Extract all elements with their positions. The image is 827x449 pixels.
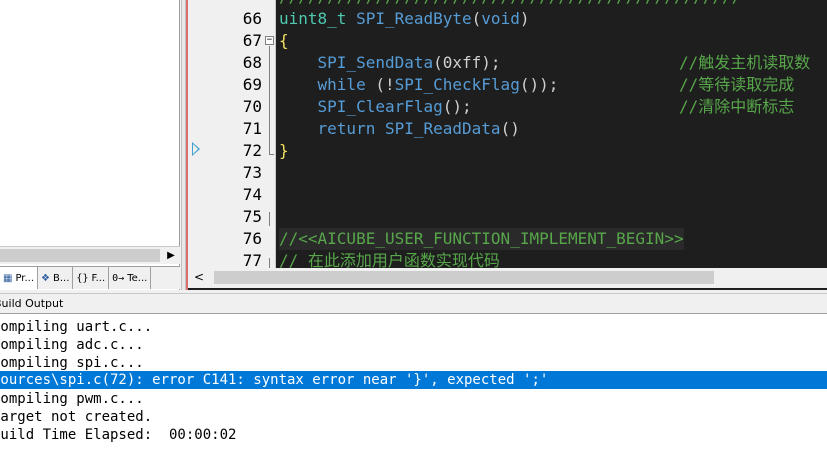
code-editor[interactable]: 66 67 68 69 70 71 72 73 74 75 76 77 − //… xyxy=(186,0,827,290)
code-area[interactable]: ////////////////////////////////////////… xyxy=(277,0,827,268)
build-output-title: Build Output xyxy=(0,297,64,310)
code-comment: //等待读取完成 xyxy=(679,75,795,94)
tab-books[interactable]: ❖ B... xyxy=(38,267,74,289)
output-line[interactable]: Target not created. xyxy=(0,408,827,426)
code-line: //<<AICUBE_USER_FUNCTION_IMPLEMENT_BEGIN… xyxy=(279,228,684,250)
project-panel: ▶ ▦ Pr... ❖ B... {} F... 0→ Te... xyxy=(0,0,180,290)
output-line[interactable]: compiling spi.c... xyxy=(0,354,827,372)
output-line[interactable]: compiling pwm.c... xyxy=(0,390,827,408)
code-line: SPI_ClearFlag(); xyxy=(279,97,472,116)
project-icon: ▦ xyxy=(3,272,13,284)
code-comment: //清除中断标志 xyxy=(679,97,795,116)
code-line: { xyxy=(279,31,289,50)
output-line-error[interactable]: Sources\spi.c(72): error C141: syntax er… xyxy=(0,371,827,389)
line-number: 75 xyxy=(242,207,262,226)
project-panel-hscrollbar[interactable]: ▶ xyxy=(0,246,180,264)
line-number: 72 xyxy=(242,141,262,160)
output-line[interactable]: Build Time Elapsed: 00:00:02 xyxy=(0,426,827,444)
output-line[interactable]: compiling uart.c... xyxy=(0,318,827,336)
tab-functions[interactable]: {} F... xyxy=(73,267,110,289)
execution-pointer-icon xyxy=(192,142,200,156)
code-line: SPI_SendData(0xff); xyxy=(279,53,501,72)
line-number: 68 xyxy=(242,53,262,72)
functions-icon: {} xyxy=(76,272,89,284)
line-number: 66 xyxy=(242,9,262,28)
line-number: 71 xyxy=(242,119,262,138)
line-number: 73 xyxy=(242,163,262,182)
project-panel-tabs: ▦ Pr... ❖ B... {} F... 0→ Te... xyxy=(0,266,180,289)
line-number: 74 xyxy=(242,185,262,204)
code-line: ////////////////////////////////////////… xyxy=(279,0,741,8)
output-line[interactable]: compiling adc.c... xyxy=(0,336,827,354)
scroll-thumb[interactable] xyxy=(214,271,714,284)
tab-label: F... xyxy=(91,272,106,284)
code-line: uint8_t SPI_ReadByte(void) xyxy=(279,9,530,28)
tab-templates[interactable]: 0→ Te... xyxy=(109,267,152,289)
code-comment: //触发主机读取数 xyxy=(679,53,811,72)
scroll-left-icon[interactable]: < xyxy=(194,270,204,284)
templates-icon: 0→ xyxy=(112,272,125,284)
tab-project[interactable]: ▦ Pr... xyxy=(0,267,39,289)
editor-hscrollbar[interactable]: < xyxy=(188,268,827,288)
line-gutter: 66 67 68 69 70 71 72 73 74 75 76 77 − xyxy=(188,0,276,270)
tab-label: Pr... xyxy=(15,272,35,284)
tab-label: B... xyxy=(53,272,70,284)
code-line: return SPI_ReadData() xyxy=(279,119,520,138)
scroll-thumb[interactable] xyxy=(0,249,160,262)
books-icon: ❖ xyxy=(41,272,51,284)
line-number: 67 xyxy=(242,31,262,50)
code-line: while (!SPI_CheckFlag()); xyxy=(279,75,559,94)
build-output-header: Build Output xyxy=(0,293,827,313)
code-line: // 在此添加用户函数实现代码 xyxy=(279,251,500,268)
code-line: } xyxy=(279,141,289,160)
line-number: 70 xyxy=(242,97,262,116)
line-number: 76 xyxy=(242,229,262,248)
line-number: 69 xyxy=(242,75,262,94)
tab-label: Te... xyxy=(127,272,148,284)
fold-collapse-icon[interactable]: − xyxy=(265,36,274,45)
scroll-right-icon[interactable]: ▶ xyxy=(164,248,178,263)
build-output-panel[interactable]: compiling uart.c... compiling adc.c... c… xyxy=(0,313,827,449)
